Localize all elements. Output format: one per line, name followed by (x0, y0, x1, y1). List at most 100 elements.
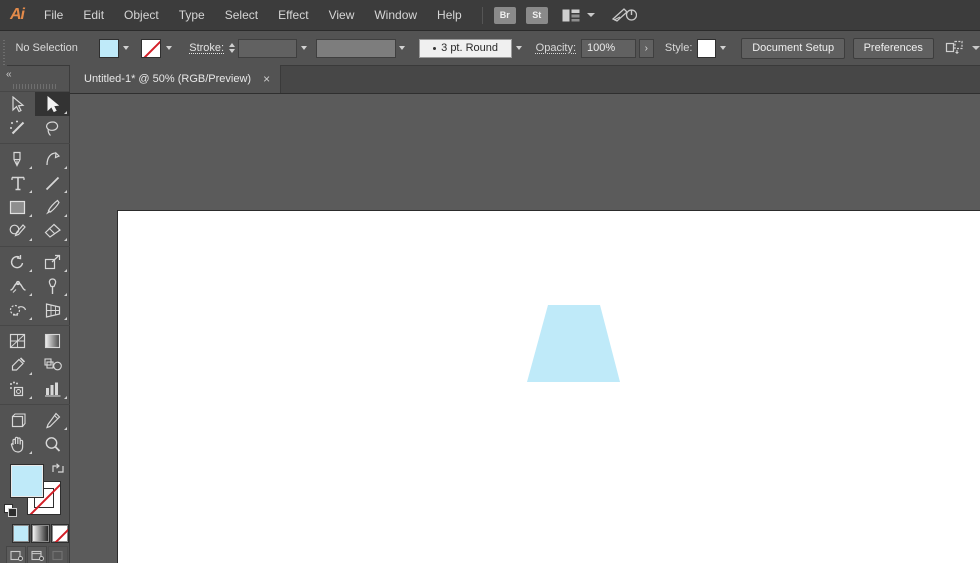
fill-mode-gradient-button[interactable] (31, 524, 50, 543)
brush-definition-input[interactable]: 3 pt. Round (418, 38, 513, 58)
tool-rotate[interactable] (0, 250, 35, 274)
fill-dropdown-chevron-icon[interactable] (119, 39, 134, 58)
document-tab-bar: Untitled-1* @ 50% (RGB/Preview) × (70, 65, 980, 94)
align-chevron-down-icon[interactable] (972, 46, 980, 50)
preferences-button[interactable]: Preferences (852, 37, 934, 59)
menu-bar: Ai File Edit Object Type Select Effect V… (0, 0, 980, 31)
tool-selection[interactable] (35, 92, 70, 116)
tool-lasso[interactable] (35, 116, 70, 140)
tool-perspective-grid[interactable] (35, 298, 70, 322)
document-setup-button[interactable]: Document Setup (741, 37, 846, 59)
tool-rectangle[interactable] (0, 195, 35, 219)
stroke-weight-input[interactable] (238, 38, 297, 58)
fill-mode-none-button[interactable] (50, 524, 69, 543)
style-label: Style: (664, 42, 693, 54)
tool-divider (0, 246, 70, 247)
tool-shaper[interactable] (0, 219, 35, 243)
menu-item-help[interactable]: Help (427, 0, 472, 31)
arrange-documents-icon[interactable] (562, 9, 580, 22)
width-profile-chevron-icon[interactable] (396, 39, 410, 58)
style-chevron-icon[interactable] (716, 39, 730, 58)
tool-eyedropper[interactable] (0, 353, 35, 377)
tool-flyout-indicator (64, 111, 67, 114)
document-tab-title: Untitled-1* @ 50% (RGB/Preview) (84, 73, 252, 85)
menu-item-type[interactable]: Type (169, 0, 215, 31)
stroke-swatch-none[interactable] (141, 38, 162, 58)
swap-fill-stroke-icon[interactable] (51, 462, 65, 476)
menu-item-view[interactable]: View (319, 0, 365, 31)
opacity-input[interactable]: 100% (581, 38, 636, 58)
fill-proxy-swatch[interactable] (10, 464, 44, 498)
fill-mode-buttons (0, 522, 69, 543)
tool-divider (0, 143, 70, 144)
tool-magic-wand[interactable] (0, 116, 35, 140)
canvas-area[interactable] (70, 94, 980, 563)
tool-symbol-sprayer[interactable] (0, 377, 35, 401)
tool-type[interactable] (0, 171, 35, 195)
menu-item-object[interactable]: Object (114, 0, 169, 31)
control-bar: No Selection Stroke: 3 pt. Round Opacity… (0, 30, 980, 66)
tool-column-graph[interactable] (35, 377, 70, 401)
tool-shape-builder[interactable] (0, 298, 35, 322)
tool-divider (0, 325, 70, 326)
control-bar-grip[interactable] (0, 30, 8, 66)
screen-mode-normal-button[interactable] (6, 546, 26, 563)
menu-divider (481, 6, 483, 24)
sync-settings-icon[interactable] (611, 6, 637, 24)
fill-mode-color-button[interactable] (12, 524, 31, 543)
default-fill-stroke-icon[interactable] (4, 504, 18, 518)
fill-swatch[interactable] (98, 38, 119, 58)
tool-free-transform[interactable] (35, 274, 70, 298)
close-icon[interactable]: × (263, 73, 270, 85)
fill-color-control[interactable] (98, 38, 134, 58)
tool-line-segment[interactable] (35, 171, 70, 195)
toolbar-collapse-button[interactable]: « (0, 66, 69, 82)
artwork-layer (527, 305, 620, 382)
tool-scale[interactable] (35, 250, 70, 274)
tool-zoom[interactable] (35, 432, 70, 456)
stroke-weight-chevron-icon[interactable] (297, 39, 311, 58)
stroke-weight-label: Stroke: (189, 42, 225, 54)
tool-grid (0, 92, 70, 456)
tool-slice[interactable] (35, 408, 70, 432)
stroke-color-control[interactable] (141, 38, 176, 58)
screen-mode-buttons (0, 543, 69, 563)
tool-hand[interactable] (0, 432, 35, 456)
screen-mode-full-menu-button[interactable] (27, 546, 47, 563)
tool-divider (0, 404, 70, 405)
menu-item-file[interactable]: File (34, 0, 73, 31)
variable-width-profile-swatch[interactable] (316, 38, 396, 58)
tool-paintbrush[interactable] (35, 195, 70, 219)
tools-panel: « (0, 66, 70, 563)
brush-definition-label: 3 pt. Round (441, 42, 499, 54)
illustrator-window: Ai File Edit Object Type Select Effect V… (0, 0, 980, 563)
screen-mode-full-button[interactable] (48, 546, 68, 563)
menu-item-select[interactable]: Select (215, 0, 268, 31)
tool-artboard[interactable] (0, 408, 35, 432)
fill-stroke-proxy (0, 460, 70, 522)
stock-button[interactable]: St (525, 6, 548, 24)
trapezoid-shape[interactable] (527, 305, 620, 382)
tool-eraser[interactable] (35, 219, 70, 243)
menu-item-effect[interactable]: Effect (268, 0, 318, 31)
menu-item-window[interactable]: Window (364, 0, 427, 31)
tool-width[interactable] (0, 274, 35, 298)
menu-item-edit[interactable]: Edit (73, 0, 114, 31)
tool-gradient[interactable] (35, 329, 70, 353)
toolbar-grip[interactable] (0, 82, 69, 92)
graphic-style-swatch[interactable] (697, 38, 717, 58)
stroke-weight-stepper[interactable] (228, 39, 236, 58)
tool-mesh[interactable] (0, 329, 35, 353)
stroke-dropdown-chevron-icon[interactable] (161, 39, 176, 58)
tool-direct-selection[interactable] (0, 92, 35, 116)
align-to-pixel-grid-icon[interactable] (945, 40, 965, 56)
document-tab[interactable]: Untitled-1* @ 50% (RGB/Preview) × (70, 65, 282, 93)
opacity-expand-button[interactable]: › (638, 38, 654, 58)
tool-blend[interactable] (35, 353, 70, 377)
tool-curvature[interactable] (35, 147, 70, 171)
tool-pen[interactable] (0, 147, 35, 171)
bridge-button[interactable]: Br (493, 6, 516, 24)
selection-status-label: No Selection (15, 42, 78, 54)
arrange-chevron-down-icon[interactable] (586, 13, 595, 17)
brush-definition-chevron-icon[interactable] (512, 39, 526, 58)
